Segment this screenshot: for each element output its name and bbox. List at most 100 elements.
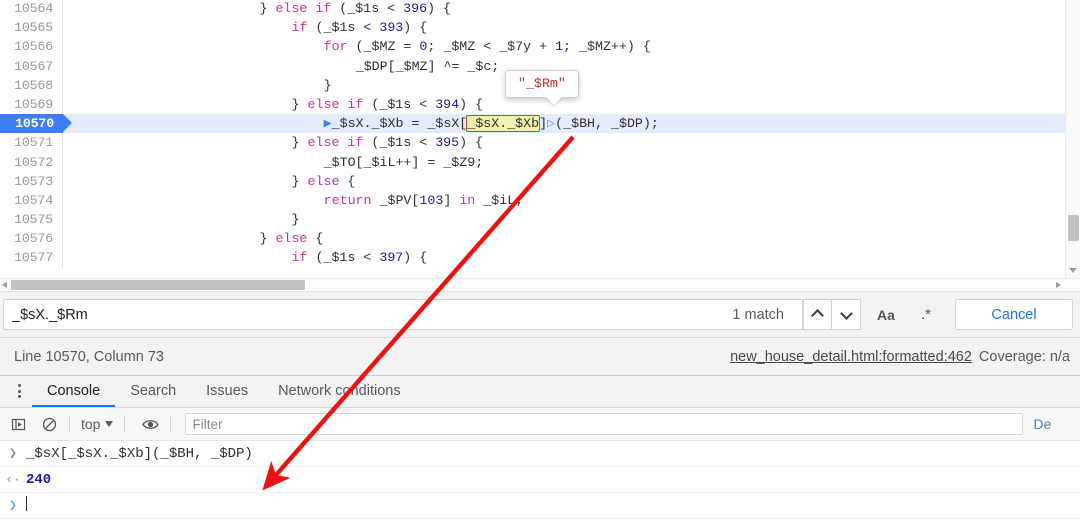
next-match-button[interactable] [832,299,861,330]
code-keyword: if [291,250,308,266]
code-line[interactable]: 10566 for (_$MZ = 0; _$MZ < _$7y + 1; _$M… [0,37,1080,57]
line-number[interactable]: 10565 [0,18,63,38]
code-token: } [291,173,308,189]
console-prompt-row[interactable]: ❯ [0,493,1080,519]
code-token: } [291,212,300,228]
regex-toggle[interactable]: .* [911,299,941,330]
code-line-text: ▶_$sX._$Xb = _$sX[_$sX._$Xb]▷(_$BH, _$DP… [63,114,659,133]
code-token: ) { [459,96,484,112]
editor-status-bar: Line 10570, Column 73 new_house_detail.h… [0,338,1080,376]
code-line-text: } else { [63,229,323,248]
search-field-wrapper[interactable]: 1 match [3,299,803,330]
line-number[interactable]: 10575 [0,210,63,230]
text-caret [26,496,27,511]
tab-network-conditions[interactable]: Network conditions [263,375,416,407]
code-line[interactable]: 10574 return _$PV[103] in _$iL; [0,190,1080,211]
toolbar-divider [170,416,172,432]
code-line[interactable]: 10571} else if (_$1s < 395) { [0,133,1080,153]
code-token: _$sX._$Xb = _$sX[ [331,116,468,132]
line-number[interactable]: 10570 [0,114,72,134]
code-token: } [259,1,276,16]
tooltip-text: "_$Rm" [518,76,566,91]
code-line-text: } else if (_$1s < 394) { [63,95,484,114]
scroll-down-arrow-icon[interactable] [1069,268,1077,273]
code-line[interactable]: 10565 if (_$1s < 393) { [0,18,1080,38]
code-keyword: else if [307,96,364,112]
line-number[interactable]: 10571 [0,133,63,153]
match-case-toggle[interactable]: Aa [871,299,901,330]
code-line[interactable]: 10564} else if (_$1s < 396) { [0,0,1080,19]
result-arrow-icon: ‹· [5,472,21,487]
line-number[interactable]: 10566 [0,37,63,57]
code-token: } [291,96,308,112]
editor-horizontal-scrollbar[interactable] [0,278,1080,290]
tab-console[interactable]: Console [32,375,115,407]
code-line[interactable]: 10576} else { [0,229,1080,249]
scroll-left-arrow-icon[interactable] [2,282,7,288]
line-number[interactable]: 10567 [0,56,63,76]
code-line[interactable]: 10575} [0,210,1080,230]
previous-match-button[interactable] [803,299,832,330]
line-number[interactable]: 10569 [0,94,63,115]
tab-search[interactable]: Search [115,375,191,407]
code-line[interactable]: 10573} else { [0,171,1080,191]
scroll-right-arrow-icon[interactable] [1056,282,1061,288]
code-number: 397 [379,250,404,266]
code-line-text: return _$PV[103] in _$iL; [63,191,524,210]
line-number[interactable]: 10577 [0,248,63,268]
source-code-editor[interactable]: 10564} else if (_$1s < 396) {10565 if (_$… [0,0,1080,278]
code-lines-container: 10564} else if (_$1s < 396) {10565 if (_$… [0,0,1080,268]
console-sidebar-toggle-icon[interactable] [5,411,31,437]
console-filter-input[interactable] [185,413,1024,435]
chevron-down-icon [842,310,851,319]
code-token: } [323,77,332,93]
code-line-active[interactable]: 10570 ▶_$sX._$Xb = _$sX[_$sX._$Xb]▷(_$BH,… [0,114,1080,134]
line-number[interactable]: 10574 [0,190,63,211]
code-line-text: for (_$MZ = 0; _$MZ < _$7y + 1; _$MZ++) … [63,37,651,56]
code-token: ] [539,116,548,132]
code-keyword: else if [275,1,332,16]
line-number[interactable]: 10576 [0,229,63,249]
more-options-icon[interactable] [6,375,32,407]
search-input[interactable] [12,306,727,323]
code-keyword: else if [307,135,364,151]
log-levels-selector[interactable]: De [1033,416,1051,432]
cancel-button[interactable]: Cancel [955,299,1073,330]
code-token: ] [443,192,460,208]
horizontal-scroll-thumb[interactable] [11,280,305,290]
line-number[interactable]: 10564 [0,0,63,19]
tooltip-pointer [546,97,562,105]
code-keyword: else [307,173,340,189]
code-token: _$DP[_$MZ] ^= _$c; [355,58,500,74]
vertical-scroll-thumb[interactable] [1068,215,1079,241]
code-token: ) { [403,20,428,36]
editor-vertical-scrollbar[interactable] [1065,0,1080,278]
code-line-text: _$DP[_$MZ] ^= _$c; [63,57,500,76]
line-number[interactable]: 10573 [0,171,63,191]
code-number: 394 [435,96,460,112]
execution-context-selector[interactable]: top [77,416,117,432]
code-number: 393 [379,20,404,36]
toolbar-divider [69,416,70,432]
live-expression-eye-icon[interactable] [137,411,163,437]
code-token: (_$1s < [331,1,404,16]
prompt-arrow-icon: ❯ [9,498,17,513]
execution-pointer-icon: ▶ [323,116,332,132]
tab-issues[interactable]: Issues [191,375,263,407]
search-toolbar: 1 match Aa .* Cancel [0,291,1080,338]
code-token: (_$1s < [363,96,436,112]
clear-console-icon[interactable] [36,411,62,437]
code-keyword: for [323,39,348,55]
code-line[interactable]: 10577 if (_$1s < 397) { [0,248,1080,268]
line-number[interactable]: 10568 [0,75,63,95]
code-token: (_$1s < [363,135,436,151]
drawer-tab-bar: Console Search Issues Network conditions [0,376,1080,408]
code-token: ; _$MZ++) { [563,39,651,55]
line-number[interactable]: 10572 [0,152,63,172]
console-result-row: ‹· 240 [0,467,1080,493]
code-token: ) { [459,135,484,151]
search-nav-buttons [803,299,861,330]
code-line[interactable]: 10572 _$TO[_$iL++] = _$Z9; [0,152,1080,172]
source-file-link[interactable]: new_house_detail.html:formatted:462 [730,349,972,365]
console-message-text: 240 [26,472,52,488]
